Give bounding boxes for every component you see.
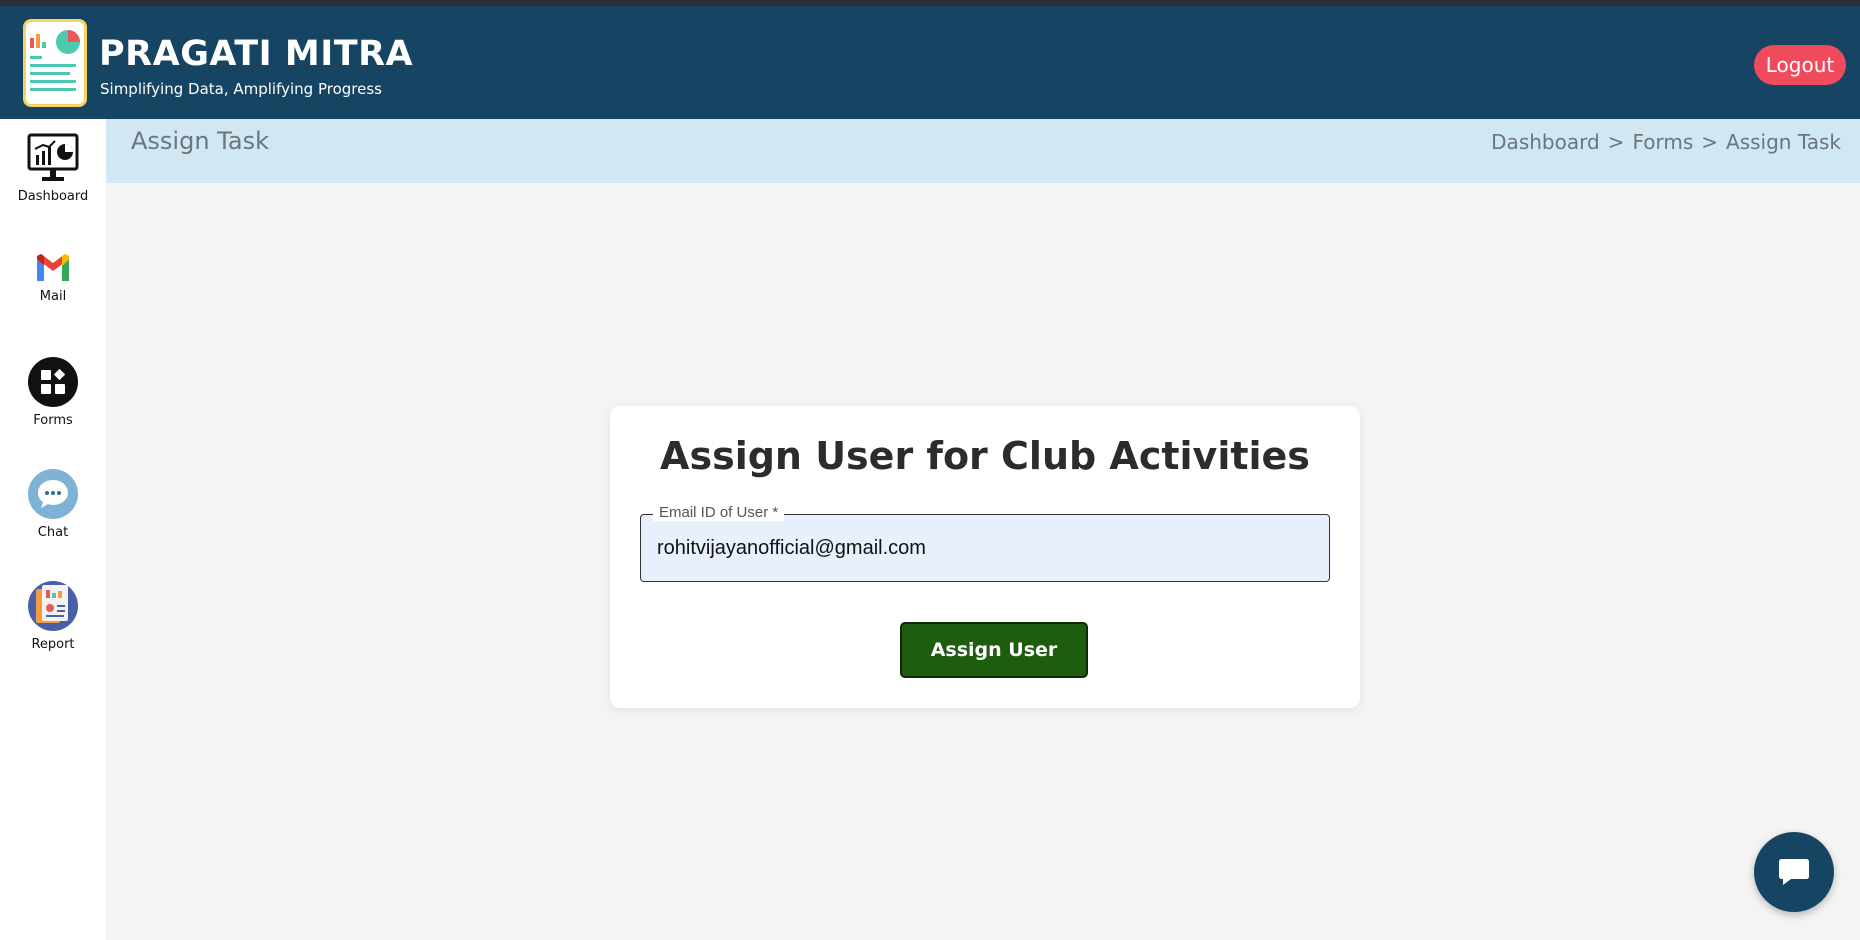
forms-grid-icon (28, 357, 78, 407)
report-icon (28, 581, 78, 631)
form-title: Assign User for Club Activities (660, 434, 1310, 478)
app-subtitle: Simplifying Data, Amplifying Progress (100, 80, 382, 98)
sidebar: Dashboard Mail Forms Chat Report (0, 119, 106, 940)
email-input[interactable] (657, 533, 1307, 563)
app-logo (23, 19, 87, 107)
sidebar-item-dashboard[interactable]: Dashboard (0, 133, 106, 204)
assign-user-card: Assign User for Club Activities Email ID… (610, 406, 1360, 708)
breadcrumb-separator: > (1701, 130, 1719, 154)
email-field-label: Email ID of User * (653, 504, 785, 521)
sidebar-item-label: Dashboard (17, 189, 89, 204)
email-field: Email ID of User * (640, 504, 1330, 582)
breadcrumb-current: Assign Task (1726, 130, 1841, 154)
page-title: Assign Task (131, 127, 269, 155)
logo-chart-icon (30, 30, 80, 91)
breadcrumb: Dashboard > Forms > Assign Task (1491, 130, 1841, 154)
chat-bubble-icon (1779, 859, 1809, 885)
logout-button[interactable]: Logout (1754, 45, 1846, 85)
sidebar-item-chat[interactable]: Chat (0, 469, 106, 540)
app-header: PRAGATI MITRA Simplifying Data, Amplifyi… (0, 6, 1860, 119)
sidebar-item-report[interactable]: Report (0, 581, 106, 652)
sidebar-item-mail[interactable]: Mail (0, 253, 106, 304)
breadcrumb-forms[interactable]: Forms (1632, 130, 1693, 154)
sidebar-item-label: Mail (39, 289, 67, 304)
app-title: PRAGATI MITRA (99, 34, 414, 74)
page-banner: Assign Task Dashboard > Forms > Assign T… (106, 119, 1860, 183)
assign-user-button[interactable]: Assign User (900, 622, 1088, 678)
sidebar-item-forms[interactable]: Forms (0, 357, 106, 428)
sidebar-item-label: Report (31, 637, 75, 652)
chat-fab-button[interactable] (1754, 832, 1834, 912)
sidebar-item-label: Chat (37, 525, 69, 540)
gmail-icon (37, 254, 69, 281)
dashboard-monitor-icon (27, 133, 79, 181)
chat-bubble-icon (28, 469, 78, 519)
sidebar-item-label: Forms (33, 413, 73, 428)
breadcrumb-separator: > (1607, 130, 1625, 154)
breadcrumb-dashboard[interactable]: Dashboard (1491, 130, 1600, 154)
